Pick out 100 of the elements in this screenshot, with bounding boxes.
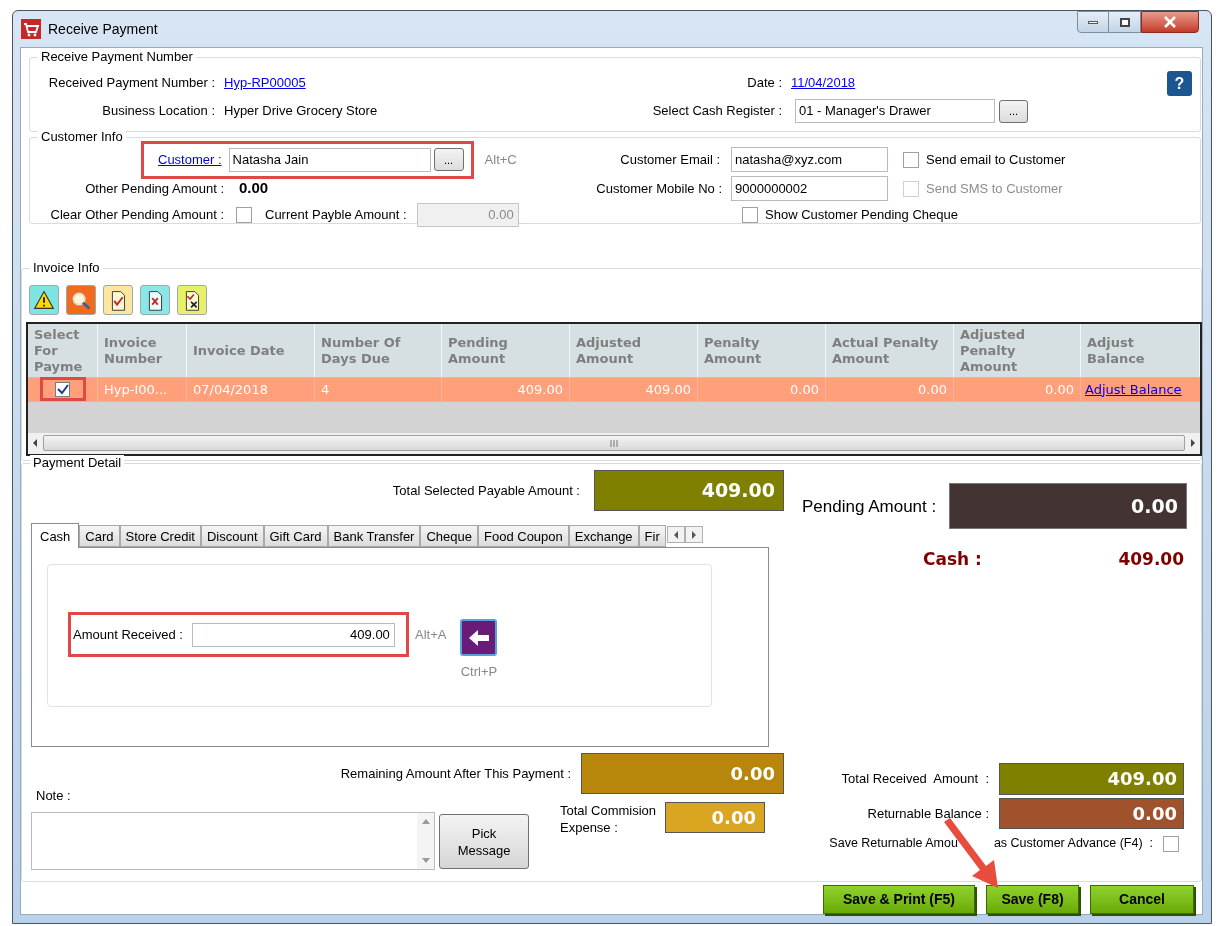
other-pending-value: 0.00 xyxy=(239,178,269,199)
field-label: Customer Email : xyxy=(619,150,720,169)
mobile-field[interactable]: 9000000002 xyxy=(731,176,888,202)
minimize-icon xyxy=(1088,20,1098,24)
payment-method-tab[interactable]: Cheque xyxy=(420,525,478,548)
close-icon xyxy=(1163,16,1177,28)
table-cell: 409.00 xyxy=(442,377,570,401)
group-title: Receive Payment Number xyxy=(38,49,196,65)
group-title: Payment Detail xyxy=(30,455,125,472)
checkbox-label: Show Customer Pending Cheque xyxy=(765,205,958,224)
payment-method-tab[interactable]: Store Credit xyxy=(119,525,201,548)
checkbox[interactable] xyxy=(1163,835,1179,852)
location-value: Hyper Drive Grocery Store xyxy=(224,102,378,121)
pick-message-button[interactable]: Pick Message xyxy=(439,814,529,870)
scrollbar-thumb[interactable] xyxy=(43,435,1185,452)
payment-method-tab[interactable]: Gift Card xyxy=(263,525,328,548)
field-label: Amount Received : xyxy=(73,626,183,645)
field-label: Received Payment Number : xyxy=(47,74,215,93)
field-label: Pending Amount : xyxy=(802,495,938,518)
checkbox[interactable] xyxy=(742,206,758,223)
maximize-button[interactable] xyxy=(1109,11,1141,33)
apply-amount-button[interactable] xyxy=(460,619,498,657)
document-check-button[interactable] xyxy=(103,284,133,315)
note-field[interactable] xyxy=(31,812,435,871)
customer-link[interactable]: Customer : xyxy=(158,149,222,170)
help-button[interactable]: ? xyxy=(1167,70,1192,96)
payment-method-amount: 409.00 xyxy=(1118,547,1184,571)
field-label: Returnable Balance : xyxy=(867,805,989,823)
payment-method-tab[interactable]: Fir xyxy=(638,525,666,548)
field-label: Clear Other Pending Amount : xyxy=(49,205,224,224)
checkbox[interactable] xyxy=(55,381,70,397)
checkbox-label: Send email to Customer xyxy=(926,150,1066,169)
payment-method-tab[interactable]: Food Coupon xyxy=(478,525,569,548)
payment-method-tab[interactable]: Card xyxy=(79,525,120,548)
field-label: Date : xyxy=(746,74,782,93)
table-cell: 0.00 xyxy=(954,377,1081,401)
payment-number-link[interactable]: Hyp-RP00005 xyxy=(224,73,306,93)
total-payable-value: 409.00 xyxy=(594,470,784,511)
right-triangle-icon xyxy=(690,531,697,539)
action-button[interactable]: Save (F8) xyxy=(986,885,1079,914)
vertical-scrollbar[interactable] xyxy=(417,813,434,870)
action-button[interactable]: Save & Print (F5) xyxy=(823,885,975,914)
date-link[interactable]: 11/04/2018 xyxy=(791,73,856,93)
table-row[interactable]: Hyp-I00... 07/04/2018 4 409.00 409.00 0.00 0.00 0.00 Adjust Balance xyxy=(28,377,1200,402)
checkbox-label: Send SMS to Customer xyxy=(926,179,1063,198)
payment-method-label: Cash : xyxy=(923,547,982,571)
document-cross-button[interactable] xyxy=(140,284,170,315)
payment-method-tab[interactable]: Discount xyxy=(200,525,264,548)
scroll-left-icon[interactable] xyxy=(31,438,39,449)
field-label: as Customer Advance (F4) : xyxy=(993,835,1153,853)
cash-register-field[interactable]: 01 - Manager's Drawer xyxy=(795,99,995,123)
horizontal-scrollbar[interactable] xyxy=(28,432,1200,454)
table-cell: 07/04/2018 xyxy=(187,377,315,401)
customer-field[interactable]: Natasha Jain xyxy=(228,147,431,172)
browse-button[interactable]: ... xyxy=(999,99,1028,123)
shortcut-hint: Alt+C xyxy=(484,150,517,169)
close-button[interactable] xyxy=(1141,11,1199,33)
adjust-balance-link[interactable]: Adjust Balance xyxy=(1085,381,1182,397)
table-cell: 0.00 xyxy=(698,377,826,401)
pending-amount-value: 0.00 xyxy=(949,483,1187,530)
tab-scroll-left-button[interactable] xyxy=(666,526,685,544)
maximize-icon xyxy=(1119,17,1130,27)
email-field[interactable]: natasha@xyz.com xyxy=(731,147,888,173)
checkbox[interactable] xyxy=(903,151,919,168)
field-label: Current Payble Amount : xyxy=(265,205,407,224)
checkbox[interactable] xyxy=(236,206,252,223)
action-button[interactable]: Cancel xyxy=(1090,885,1194,914)
table-cell: 4 xyxy=(315,377,442,401)
amount-received-field[interactable]: 409.00 xyxy=(191,623,395,647)
remaining-amount-value: 0.00 xyxy=(581,753,784,795)
commission-value: 0.00 xyxy=(665,802,765,834)
note-label: Note : xyxy=(36,788,72,805)
warning-button[interactable] xyxy=(29,284,59,315)
payment-method-tab[interactable]: Cash xyxy=(31,523,80,549)
left-triangle-icon xyxy=(672,531,679,539)
scroll-up-icon[interactable] xyxy=(421,819,430,825)
shopping-cart-icon xyxy=(21,19,41,39)
current-payable-field: 0.00 xyxy=(416,202,519,227)
search-button[interactable] xyxy=(66,284,96,315)
document-check-cross-button[interactable] xyxy=(177,284,207,315)
field-label: Business Location : xyxy=(101,102,215,121)
field-label: Save Returnable Amou xyxy=(829,835,958,853)
shortcut-hint: Ctrl+P xyxy=(460,663,498,682)
payment-method-tab[interactable]: Exchange xyxy=(568,525,639,548)
field-label: Customer Mobile No : xyxy=(595,179,722,198)
scroll-right-icon[interactable] xyxy=(1189,438,1197,449)
field-label: Total Commision Expense : xyxy=(560,802,658,838)
field-label: Other Pending Amount : xyxy=(84,179,224,198)
minimize-button[interactable] xyxy=(1077,11,1109,33)
payment-method-tab[interactable]: Bank Transfer xyxy=(327,525,421,548)
table-cell: 409.00 xyxy=(570,377,698,401)
returnable-balance-value: 0.00 xyxy=(999,798,1184,830)
browse-button[interactable]: ... xyxy=(433,148,464,172)
field-label: Total Received Amount : xyxy=(841,770,989,789)
table-cell: Hyp-I00... xyxy=(98,377,187,401)
window-title: Receive Payment xyxy=(48,19,158,39)
field-label: Total Selected Payable Amount : xyxy=(392,481,580,500)
scroll-down-icon[interactable] xyxy=(421,858,430,864)
field-label: Select Cash Register : xyxy=(651,102,782,121)
total-received-value: 409.00 xyxy=(999,763,1184,796)
